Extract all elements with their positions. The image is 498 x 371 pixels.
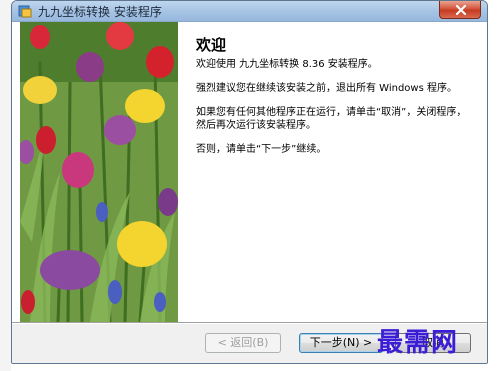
title-bar[interactable]: 九九坐标转换 安装程序 (12, 1, 487, 22)
installer-window: 九九坐标转换 安装程序 欢迎 欢迎使用 九九坐标转换 8.36 安装程序。 强烈… (11, 0, 488, 364)
back-button[interactable]: < 返回(B) (205, 333, 281, 353)
tulip-banner-image (20, 22, 178, 322)
running-programs-note: 如果您有任何其他程序正在运行，请单击“取消”，关闭程序，然后再次运行该安装程序。 (196, 107, 467, 131)
continue-instruction: 否则，请单击“下一步”继续。 (196, 144, 327, 155)
installer-app-icon (18, 5, 32, 18)
welcome-heading: 欢迎 (196, 36, 227, 54)
window-title: 九九坐标转换 安装程序 (38, 5, 162, 19)
watermark-logo: 最需网 (377, 328, 459, 358)
close-button[interactable] (439, 1, 481, 19)
tulip-picture (20, 22, 178, 322)
welcome-text-area: 欢迎 欢迎使用 九九坐标转换 8.36 安装程序。 强烈建议您在继续该安装之前，… (196, 34, 471, 167)
welcome-intro-text: 欢迎使用 九九坐标转换 8.36 安装程序。 (196, 59, 378, 70)
welcome-pane: 欢迎 欢迎使用 九九坐标转换 8.36 安装程序。 强烈建议您在继续该安装之前，… (12, 22, 487, 322)
close-programs-warning: 强烈建议您在继续该安装之前，退出所有 Windows 程序。 (196, 83, 457, 94)
dialog-body: 欢迎 欢迎使用 九九坐标转换 8.36 安装程序。 强烈建议您在继续该安装之前，… (12, 22, 487, 363)
close-icon (455, 5, 467, 15)
background-edge (0, 0, 11, 371)
next-button[interactable]: 下一步(N) > (299, 333, 383, 353)
